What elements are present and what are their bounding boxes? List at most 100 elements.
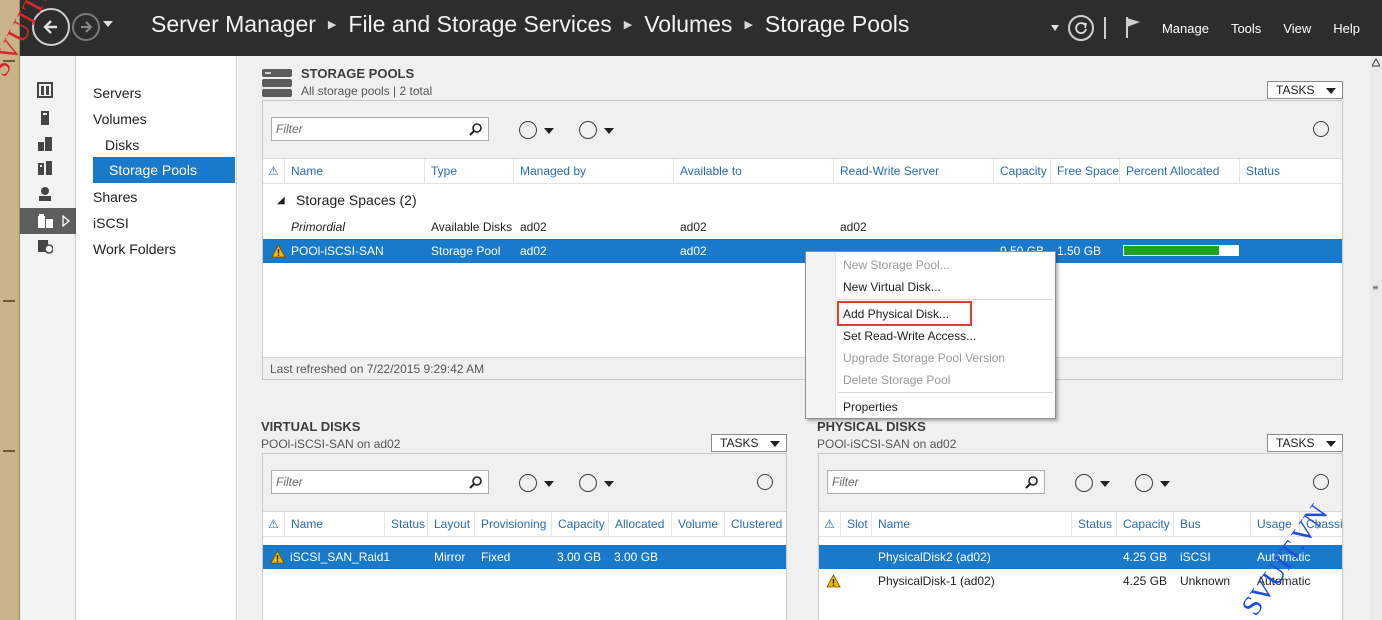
column-header[interactable]: Free Space (1052, 159, 1120, 184)
nav-item-servers[interactable]: Servers (93, 80, 141, 106)
cell-provisioning: Fixed (481, 550, 511, 564)
menu-item-properties[interactable]: Properties (843, 396, 898, 418)
table-row-selected[interactable]: POOl-iSCSI-SAN Storage Pool ad02 ad02 9.… (263, 239, 1342, 263)
column-header[interactable]: Capacity (553, 512, 609, 537)
column-header[interactable]: Bus (1175, 512, 1251, 537)
nav-item-disks[interactable]: Disks (105, 132, 139, 158)
filter-placeholder: Filter (276, 475, 303, 489)
column-header[interactable]: Name (286, 159, 425, 184)
cell-name: iSCSI_SAN_Raid1 (290, 550, 391, 564)
breadcrumb-separator-icon: ▶ (744, 19, 753, 31)
column-header[interactable]: Allocated (610, 512, 672, 537)
forward-button[interactable] (72, 13, 100, 41)
nav-item-storage-pools[interactable]: Storage Pools (93, 157, 235, 183)
vertical-scrollbar[interactable]: ≡ (1370, 56, 1382, 620)
save-query-icon[interactable] (1135, 474, 1153, 492)
caret-down-icon[interactable] (604, 481, 614, 487)
warning-column-icon[interactable]: ⚠ (263, 159, 285, 184)
breadcrumb-dropdown-button[interactable] (1050, 21, 1060, 35)
column-header[interactable]: Percent Allocated (1121, 159, 1240, 184)
rail-selected-item[interactable] (20, 208, 76, 234)
role-server-icon[interactable] (37, 186, 53, 202)
storage-pools-filter-input[interactable]: Filter (271, 117, 489, 141)
menu-item-new-virtual-disk[interactable]: New Virtual Disk... (843, 276, 941, 298)
scroll-grip-icon[interactable]: ≡ (1372, 284, 1380, 292)
menu-item-new-storage-pool[interactable]: New Storage Pool... (843, 254, 950, 276)
search-icon[interactable] (469, 475, 483, 489)
save-query-icon[interactable] (579, 474, 597, 492)
breadcrumb-item[interactable]: File and Storage Services (348, 11, 611, 38)
menu-item-upgrade-storage-pool[interactable]: Upgrade Storage Pool Version (843, 347, 1005, 369)
nav-item-shares[interactable]: Shares (93, 184, 137, 210)
caret-down-icon[interactable] (544, 481, 554, 487)
filter-bar: Filter (263, 101, 1342, 159)
column-header[interactable]: Status (1241, 159, 1342, 184)
column-header[interactable]: Capacity (995, 159, 1051, 184)
save-query-icon[interactable] (579, 121, 597, 139)
virtual-disks-tasks-button[interactable]: TASKS (711, 434, 787, 452)
caret-down-icon[interactable] (544, 128, 554, 134)
column-header[interactable]: Status (386, 512, 428, 537)
history-dropdown-button[interactable] (102, 18, 114, 32)
notifications-flag-button[interactable] (1124, 15, 1142, 42)
warning-icon (271, 244, 286, 258)
caret-down-icon (770, 441, 780, 447)
column-header[interactable]: Managed by (515, 159, 674, 184)
column-header[interactable]: Type (426, 159, 514, 184)
warning-column-icon[interactable]: ⚠ (819, 512, 841, 537)
menu-manage[interactable]: Manage (1162, 21, 1209, 36)
column-header[interactable]: Volume (673, 512, 725, 537)
column-header[interactable]: Name (873, 512, 1072, 537)
breadcrumb-item[interactable]: Storage Pools (765, 11, 909, 38)
virtual-disks-filter-input[interactable]: Filter (271, 470, 489, 494)
caret-down-icon[interactable] (604, 128, 614, 134)
column-header[interactable]: Provisioning (476, 512, 552, 537)
column-header[interactable]: Name (286, 512, 385, 537)
local-server-icon[interactable] (37, 110, 53, 126)
list-options-icon[interactable] (519, 474, 537, 492)
menu-tools[interactable]: Tools (1231, 21, 1261, 36)
group-row[interactable]: ◢ Storage Spaces (2) (263, 189, 1342, 215)
server-group-icon[interactable] (37, 160, 53, 176)
scroll-up-arrow-icon[interactable] (1372, 58, 1380, 67)
expand-chevron-icon[interactable] (757, 474, 773, 490)
column-header[interactable]: Clustered (726, 512, 786, 537)
collapse-triangle-icon[interactable]: ◢ (277, 195, 285, 206)
nav-item-volumes[interactable]: Volumes (93, 106, 147, 132)
physical-disks-tasks-button[interactable]: TASKS (1267, 434, 1343, 452)
warning-column-icon[interactable]: ⚠ (263, 512, 285, 537)
column-header[interactable]: Available to (675, 159, 834, 184)
breadcrumb-item[interactable]: Server Manager (151, 11, 316, 38)
physical-disks-filter-input[interactable]: Filter (827, 470, 1045, 494)
navigation-pane: Servers Volumes Disks Storage Pools Shar… (77, 56, 237, 620)
refresh-button[interactable] (1067, 15, 1094, 41)
caret-down-icon[interactable] (1100, 481, 1110, 487)
expand-chevron-icon[interactable] (1313, 474, 1329, 490)
caret-down-icon[interactable] (1160, 481, 1170, 487)
storage-pools-tasks-button[interactable]: TASKS (1267, 81, 1343, 99)
expand-chevron-icon[interactable] (1313, 121, 1329, 137)
breadcrumb-item[interactable]: Volumes (644, 11, 732, 38)
column-header[interactable]: Slot (842, 512, 872, 537)
nav-item-work-folders[interactable]: Work Folders (93, 236, 176, 262)
iis-icon[interactable] (37, 238, 53, 254)
column-header[interactable]: Layout (429, 512, 475, 537)
header-divider (1103, 17, 1106, 39)
column-header[interactable]: Status (1073, 512, 1117, 537)
dashboard-icon[interactable] (37, 82, 53, 98)
list-options-icon[interactable] (519, 121, 537, 139)
menu-view[interactable]: View (1283, 21, 1311, 36)
nav-item-iscsi[interactable]: iSCSI (93, 210, 129, 236)
flag-icon (1125, 16, 1140, 38)
column-header[interactable]: Capacity (1118, 512, 1174, 537)
search-icon[interactable] (469, 122, 483, 136)
all-servers-icon[interactable] (37, 136, 53, 152)
column-header[interactable]: Read-Write Server (835, 159, 994, 184)
table-row-selected[interactable]: iSCSI_SAN_Raid1 Mirror Fixed 3.00 GB 3.0… (263, 545, 786, 569)
menu-help[interactable]: Help (1333, 21, 1360, 36)
search-icon[interactable] (1025, 475, 1039, 489)
table-row[interactable]: Primordial Available Disks ad02 ad02 ad0… (263, 215, 1342, 239)
menu-item-set-read-write-access[interactable]: Set Read-Write Access... (843, 325, 976, 347)
menu-item-delete-storage-pool[interactable]: Delete Storage Pool (843, 369, 950, 391)
list-options-icon[interactable] (1075, 474, 1093, 492)
